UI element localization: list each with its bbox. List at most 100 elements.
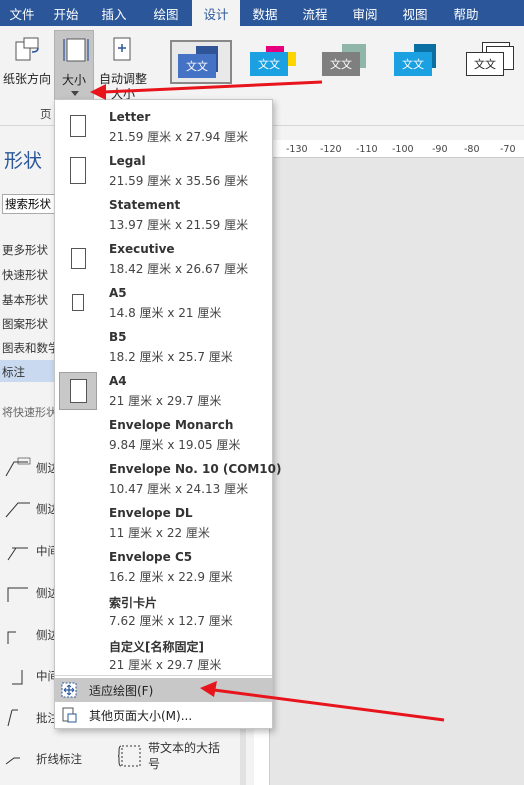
size-option-title: Envelope DL bbox=[109, 506, 193, 520]
category-pattern-shapes[interactable]: 图案形状 bbox=[2, 316, 48, 332]
size-option-title: A4 bbox=[109, 374, 127, 388]
size-option-envelope-monarch[interactable]: Envelope Monarch 9.84 厘米 x 19.05 厘米 bbox=[55, 412, 272, 456]
ruler-tick: -130 bbox=[286, 144, 308, 155]
size-option-dims: 21 厘米 x 29.7 厘米 bbox=[109, 658, 222, 672]
theme-1[interactable]: 文文 bbox=[170, 40, 232, 84]
size-option-a5[interactable]: A5 14.8 厘米 x 21 厘米 bbox=[55, 280, 272, 324]
theme-preview-text: 文文 bbox=[250, 52, 288, 76]
callout-side-icon[interactable] bbox=[4, 456, 32, 478]
category-more-shapes[interactable]: 更多形状 bbox=[2, 242, 48, 258]
ruler-tick: -100 bbox=[392, 144, 414, 155]
theme-3[interactable]: 文文 bbox=[316, 40, 378, 84]
menu-separator bbox=[55, 675, 272, 676]
size-option-title: 索引卡片 bbox=[109, 596, 158, 610]
category-charts-math[interactable]: 图表和数学 bbox=[2, 340, 60, 356]
theme-5[interactable]: 文文 bbox=[460, 40, 522, 84]
page-group-label: 页 bbox=[40, 107, 52, 121]
size-option-a4[interactable]: A4 21 厘米 x 29.7 厘米 bbox=[55, 368, 272, 412]
page-thumbnail bbox=[59, 108, 97, 146]
horizontal-ruler: -130 -120 -110 -100 -90 -80 -70 bbox=[246, 140, 524, 158]
stencil-label: 折线标注 bbox=[36, 752, 82, 766]
callout-side-icon[interactable] bbox=[4, 582, 32, 604]
category-quick-shapes[interactable]: 快速形状 bbox=[2, 267, 48, 283]
size-option-envelope-no10[interactable]: Envelope No. 10 (COM10) 10.47 厘米 x 24.13… bbox=[55, 456, 281, 500]
size-option-dims: 18.2 厘米 x 25.7 厘米 bbox=[109, 350, 233, 364]
size-option-title: Letter bbox=[109, 110, 151, 124]
callout-middle-icon[interactable] bbox=[4, 664, 32, 686]
tab-design[interactable]: 设计 bbox=[192, 0, 240, 26]
size-option-dims: 9.84 厘米 x 19.05 厘米 bbox=[109, 438, 241, 452]
theme-preview-text: 文文 bbox=[178, 54, 216, 78]
tab-draw[interactable]: 绘图 bbox=[140, 0, 192, 26]
size-option-index-card[interactable]: 索引卡片 7.62 厘米 x 12.7 厘米 bbox=[55, 588, 272, 632]
size-option-dims: 16.2 厘米 x 22.9 厘米 bbox=[109, 570, 233, 584]
theme-preview-text: 文文 bbox=[322, 52, 360, 76]
tab-file[interactable]: 文件 bbox=[0, 0, 44, 26]
theme-4[interactable]: 文文 bbox=[388, 40, 450, 84]
category-callout-selected[interactable]: 标注 bbox=[0, 360, 56, 382]
page-setup-icon bbox=[62, 707, 77, 723]
size-option-b5[interactable]: B5 18.2 厘米 x 25.7 厘米 bbox=[55, 324, 272, 368]
size-option-letter[interactable]: Letter 21.59 厘米 x 27.94 厘米 bbox=[55, 104, 272, 148]
category-basic-shapes[interactable]: 基本形状 bbox=[2, 292, 48, 308]
page-thumb-icon bbox=[71, 248, 86, 269]
page-thumb-icon bbox=[70, 157, 86, 184]
size-option-dims: 10.47 厘米 x 24.13 厘米 bbox=[109, 482, 249, 496]
tab-process[interactable]: 流程 bbox=[290, 0, 340, 26]
tab-data[interactable]: 数据 bbox=[240, 0, 290, 26]
size-option-legal[interactable]: Legal 21.59 厘米 x 35.56 厘米 bbox=[55, 148, 272, 192]
autofit-icon bbox=[113, 37, 131, 61]
chevron-down-icon bbox=[71, 91, 79, 96]
ruler-tick: -110 bbox=[356, 144, 378, 155]
size-option-dims: 18.42 厘米 x 26.67 厘米 bbox=[109, 262, 249, 276]
size-option-title: Envelope C5 bbox=[109, 550, 193, 564]
callout-middle-icon[interactable] bbox=[4, 540, 32, 562]
callout-side-icon[interactable] bbox=[4, 624, 32, 646]
tab-insert[interactable]: 插入 bbox=[88, 0, 140, 26]
orientation-label: 纸张方向 bbox=[2, 72, 51, 86]
size-option-title: B5 bbox=[109, 330, 127, 344]
annotation-icon[interactable] bbox=[4, 706, 32, 728]
size-button[interactable]: 大小 bbox=[54, 30, 94, 102]
fit-to-drawing-icon bbox=[61, 682, 77, 698]
size-label: 大小 bbox=[61, 73, 86, 87]
size-option-title: Statement bbox=[109, 198, 181, 212]
page-thumbnail bbox=[59, 240, 97, 278]
fit-to-drawing-command[interactable]: 适应绘图(F) bbox=[55, 678, 272, 702]
ruler-tick: -80 bbox=[464, 144, 480, 155]
more-page-sizes-label: 其他页面大小(M)... bbox=[89, 709, 193, 723]
tab-review[interactable]: 审阅 bbox=[340, 0, 390, 26]
size-option-custom[interactable]: 自定义[名称固定] 21 厘米 x 29.7 厘米 bbox=[55, 632, 272, 676]
page-size-icon bbox=[63, 38, 89, 62]
tab-help[interactable]: 帮助 bbox=[440, 0, 492, 26]
size-option-executive[interactable]: Executive 18.42 厘米 x 26.67 厘米 bbox=[55, 236, 272, 280]
size-option-envelope-c5[interactable]: Envelope C5 16.2 厘米 x 22.9 厘米 bbox=[55, 544, 272, 588]
brace-with-text-icon[interactable] bbox=[118, 742, 144, 770]
tab-view[interactable]: 视图 bbox=[390, 0, 440, 26]
size-option-envelope-dl[interactable]: Envelope DL 11 厘米 x 22 厘米 bbox=[55, 500, 272, 544]
page-thumb-icon bbox=[72, 294, 84, 311]
ruler-tick: -120 bbox=[320, 144, 342, 155]
size-option-dims: 7.62 厘米 x 12.7 厘米 bbox=[109, 614, 233, 628]
theme-preview-text: 文文 bbox=[466, 52, 504, 76]
polyline-callout-icon[interactable] bbox=[4, 748, 32, 770]
size-option-title: 自定义[名称固定] bbox=[109, 640, 204, 654]
app-window: 文件 开始 插入 绘图 设计 数据 流程 审阅 视图 帮助 纸张方向 大小 自动… bbox=[0, 0, 524, 785]
page-thumbnail bbox=[59, 372, 97, 410]
callout-side-icon[interactable] bbox=[4, 497, 32, 519]
drawing-canvas[interactable] bbox=[270, 158, 524, 785]
shapes-title: 形状 bbox=[4, 150, 43, 172]
ruler-tick: -90 bbox=[432, 144, 448, 155]
size-option-dims: 21 厘米 x 29.7 厘米 bbox=[109, 394, 222, 408]
autofit-label-1: 自动调整 bbox=[98, 72, 147, 86]
search-input[interactable]: 搜索形状 bbox=[2, 194, 56, 214]
menu-bar: 文件 开始 插入 绘图 设计 数据 流程 审阅 视图 帮助 bbox=[0, 0, 524, 26]
size-option-title: A5 bbox=[109, 286, 127, 300]
stencil-label: 带文本的大括号 bbox=[148, 741, 221, 771]
page-thumb-icon bbox=[70, 115, 86, 137]
more-page-sizes-command[interactable]: 其他页面大小(M)... bbox=[55, 703, 272, 727]
size-option-statement[interactable]: Statement 13.97 厘米 x 21.59 厘米 bbox=[55, 192, 272, 236]
category-callout-label: 标注 bbox=[2, 365, 25, 379]
theme-2[interactable]: 文文 bbox=[244, 40, 306, 84]
tab-home[interactable]: 开始 bbox=[44, 0, 88, 26]
